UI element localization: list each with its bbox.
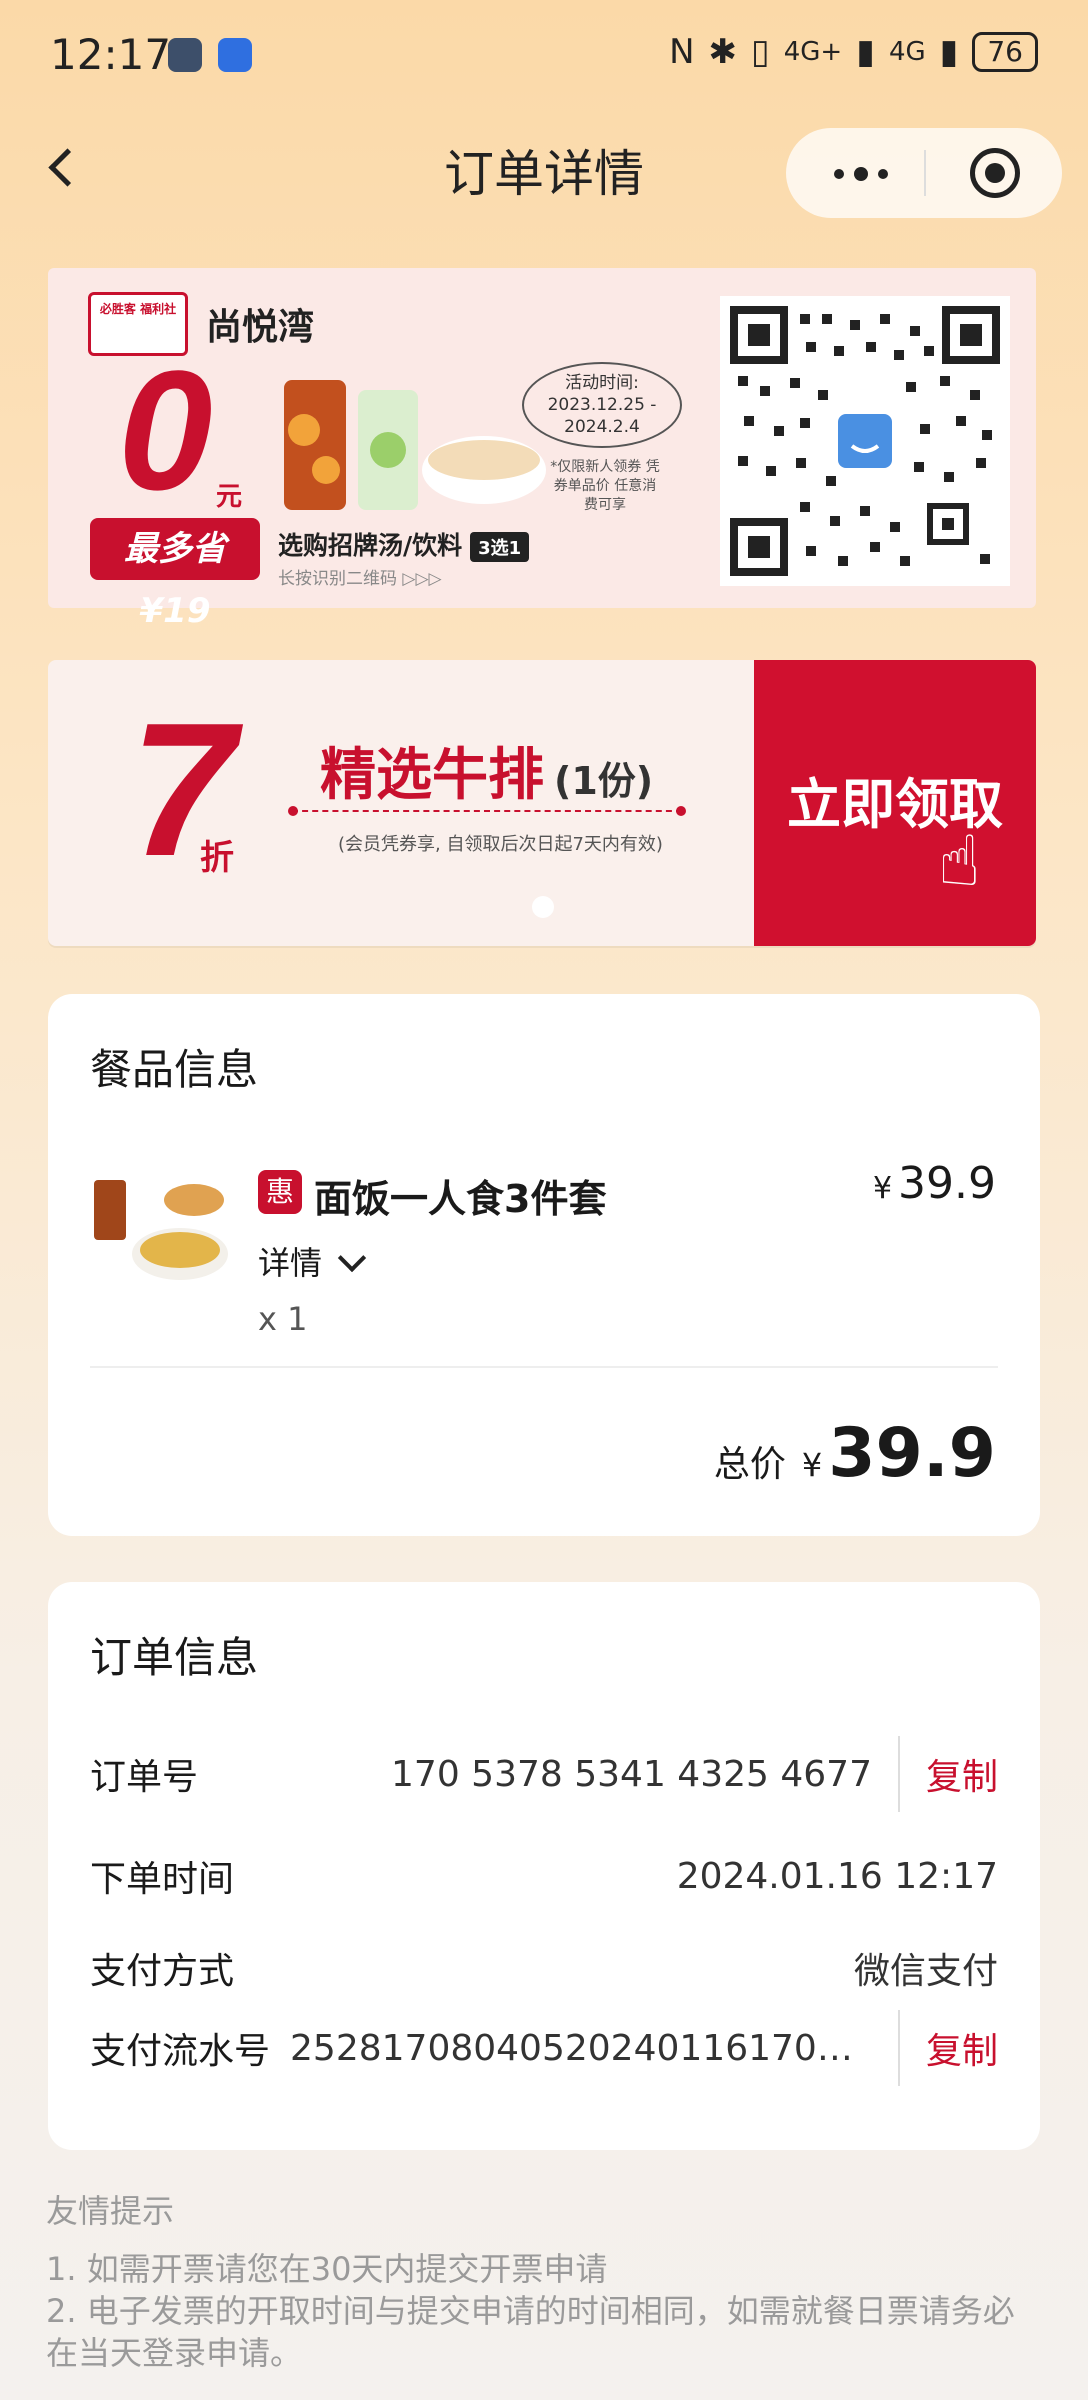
order-time-value: 2024.01.16 12:17 <box>676 1855 998 1897</box>
food-card-title: 餐品信息 <box>90 1045 259 1094</box>
store-name: 尚悦湾 <box>206 307 315 348</box>
order-info-card: 订单信息 订单号 170 5378 5341 4325 4677 复制 下单时间… <box>48 1582 1040 2150</box>
coupon-subtitle: (会员凭券享, 自领取后次日起7天内有效) <box>338 834 663 855</box>
vibrate-icon: ▯ <box>751 32 770 72</box>
promo-big-number: 0 <box>118 336 213 526</box>
promo-caption: 选购招牌汤/饮料 3选1 <box>278 526 530 562</box>
total-price: 总价 ¥ 39.9 <box>713 1414 996 1493</box>
tips-line-2: 2. 电子发票的开取时间与提交申请的时间相同，如需就餐日票请务必在当天登录申请。 <box>46 2292 1015 2372</box>
order-number-value: 170 5378 5341 4325 4677 <box>391 1753 872 1795</box>
divider <box>897 1736 900 1812</box>
promo-note: *仅限新人领券 凭券单品价 任意消费可享 <box>550 459 660 513</box>
food-item-name: 面饭一人食3件套 <box>314 1177 607 1221</box>
order-number-row: 订单号 170 5378 5341 4325 4677 复制 <box>90 1736 998 1812</box>
shield-icon <box>218 38 252 72</box>
battery-indicator: 76 <box>972 32 1038 72</box>
food-item-price: ¥39.9 <box>872 1158 996 1209</box>
status-bar: 12:17 N ✱ ▯ 4G+ ▮ 4G ▮ 76 <box>0 0 1088 110</box>
pay-method-value: 微信支付 <box>853 1951 998 1992</box>
mini-program-capsule <box>786 128 1062 218</box>
qr-code[interactable] <box>720 296 1010 586</box>
carousel-indicator <box>532 896 554 918</box>
tips-title: 友情提示 <box>46 2192 175 2230</box>
signal-icon: ▮ <box>856 32 875 72</box>
chevron-down-icon <box>337 1243 367 1273</box>
copy-pay-serial-button[interactable]: 复制 <box>926 2022 998 2074</box>
detail-toggle[interactable]: 详情 <box>258 1238 367 1284</box>
save-badge: 最多省¥19 <box>90 518 260 631</box>
discount-unit: 折 <box>200 838 234 878</box>
qr-hint: 长按识别二维码 ▷▷▷ <box>278 569 442 589</box>
order-time-row: 下单时间 2024.01.16 12:17 <box>90 1846 998 1906</box>
friendly-tips: 友情提示 1. 如需开票请您在30天内提交开票申请 2. 电子发票的开取时间与提… <box>46 2190 1046 2374</box>
coupon-banner[interactable]: 7 折 精选牛排 (1份) (会员凭券享, 自领取后次日起7天内有效) 立即领取 … <box>48 660 1036 946</box>
pay-serial-row: 支付流水号 252817080405202401161700000000 复制 <box>90 2010 998 2086</box>
network-type-1: 4G+ <box>783 37 843 67</box>
pointer-hand-icon: ☝ <box>938 820 981 902</box>
pay-method-row: 支付方式 微信支付 <box>90 1938 998 1998</box>
pay-method-label: 支付方式 <box>90 1951 235 1992</box>
promo-unit: 元 <box>216 482 243 512</box>
message-icon <box>168 38 202 72</box>
signal-icon: ▮ <box>939 32 959 72</box>
coupon-divider <box>288 806 686 816</box>
target-close-icon[interactable] <box>970 148 1020 198</box>
claim-button[interactable]: 立即领取 <box>754 660 1036 946</box>
promo-banner-qr[interactable]: 必胜客 福利社 尚悦湾 0 元 最多省¥19 活动时间: 2023.12.25 … <box>48 268 1036 631</box>
copy-order-number-button[interactable]: 复制 <box>926 1748 998 1800</box>
bluetooth-icon: ✱ <box>708 32 738 72</box>
food-info-card: 餐品信息 惠 面饭一人食3件套 ¥39.9 详情 x 1 总价 ¥ 39.9 <box>48 994 1040 1536</box>
status-indicators: N ✱ ▯ 4G+ ▮ 4G ▮ 76 <box>669 32 1038 72</box>
event-period: 活动时间: 2023.12.25 - 2024.2.4 <box>522 362 682 448</box>
discount-badge: 惠 <box>258 1170 302 1214</box>
coupon-title: 精选牛排 (1份) <box>320 743 654 808</box>
status-time: 12:17 <box>50 30 172 79</box>
more-dots-icon[interactable] <box>828 150 898 196</box>
pay-serial-value: 252817080405202401161700000000 <box>290 2027 872 2069</box>
order-time-label: 下单时间 <box>90 1859 235 1900</box>
food-item-qty: x 1 <box>258 1300 308 1338</box>
capsule-divider <box>924 150 926 196</box>
order-number-label: 订单号 <box>90 1757 199 1798</box>
divider <box>90 1366 998 1368</box>
meal-image <box>94 1180 228 1280</box>
network-type-2: 4G <box>888 37 926 67</box>
divider <box>897 2010 900 2086</box>
pay-serial-label: 支付流水号 <box>90 2031 271 2072</box>
tips-line-1: 1. 如需开票请您在30天内提交开票申请 <box>46 2250 608 2288</box>
nfc-icon: N <box>669 32 695 72</box>
order-card-title: 订单信息 <box>90 1633 259 1682</box>
